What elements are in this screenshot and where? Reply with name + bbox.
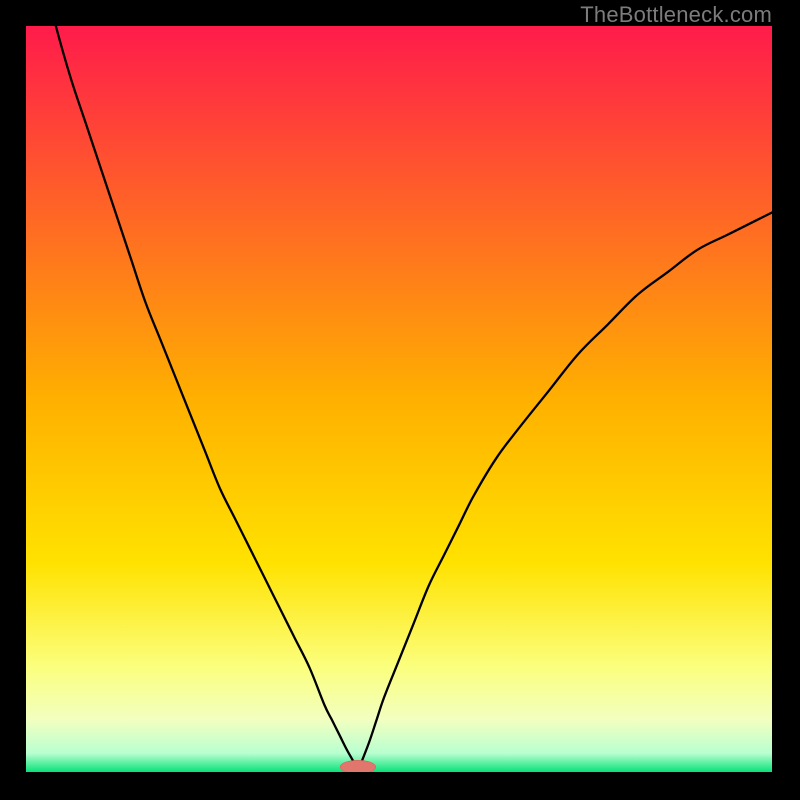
chart-frame — [25, 25, 773, 773]
watermark-text: TheBottleneck.com — [580, 2, 772, 28]
chart-svg — [26, 26, 772, 772]
optimum-marker — [340, 760, 376, 772]
